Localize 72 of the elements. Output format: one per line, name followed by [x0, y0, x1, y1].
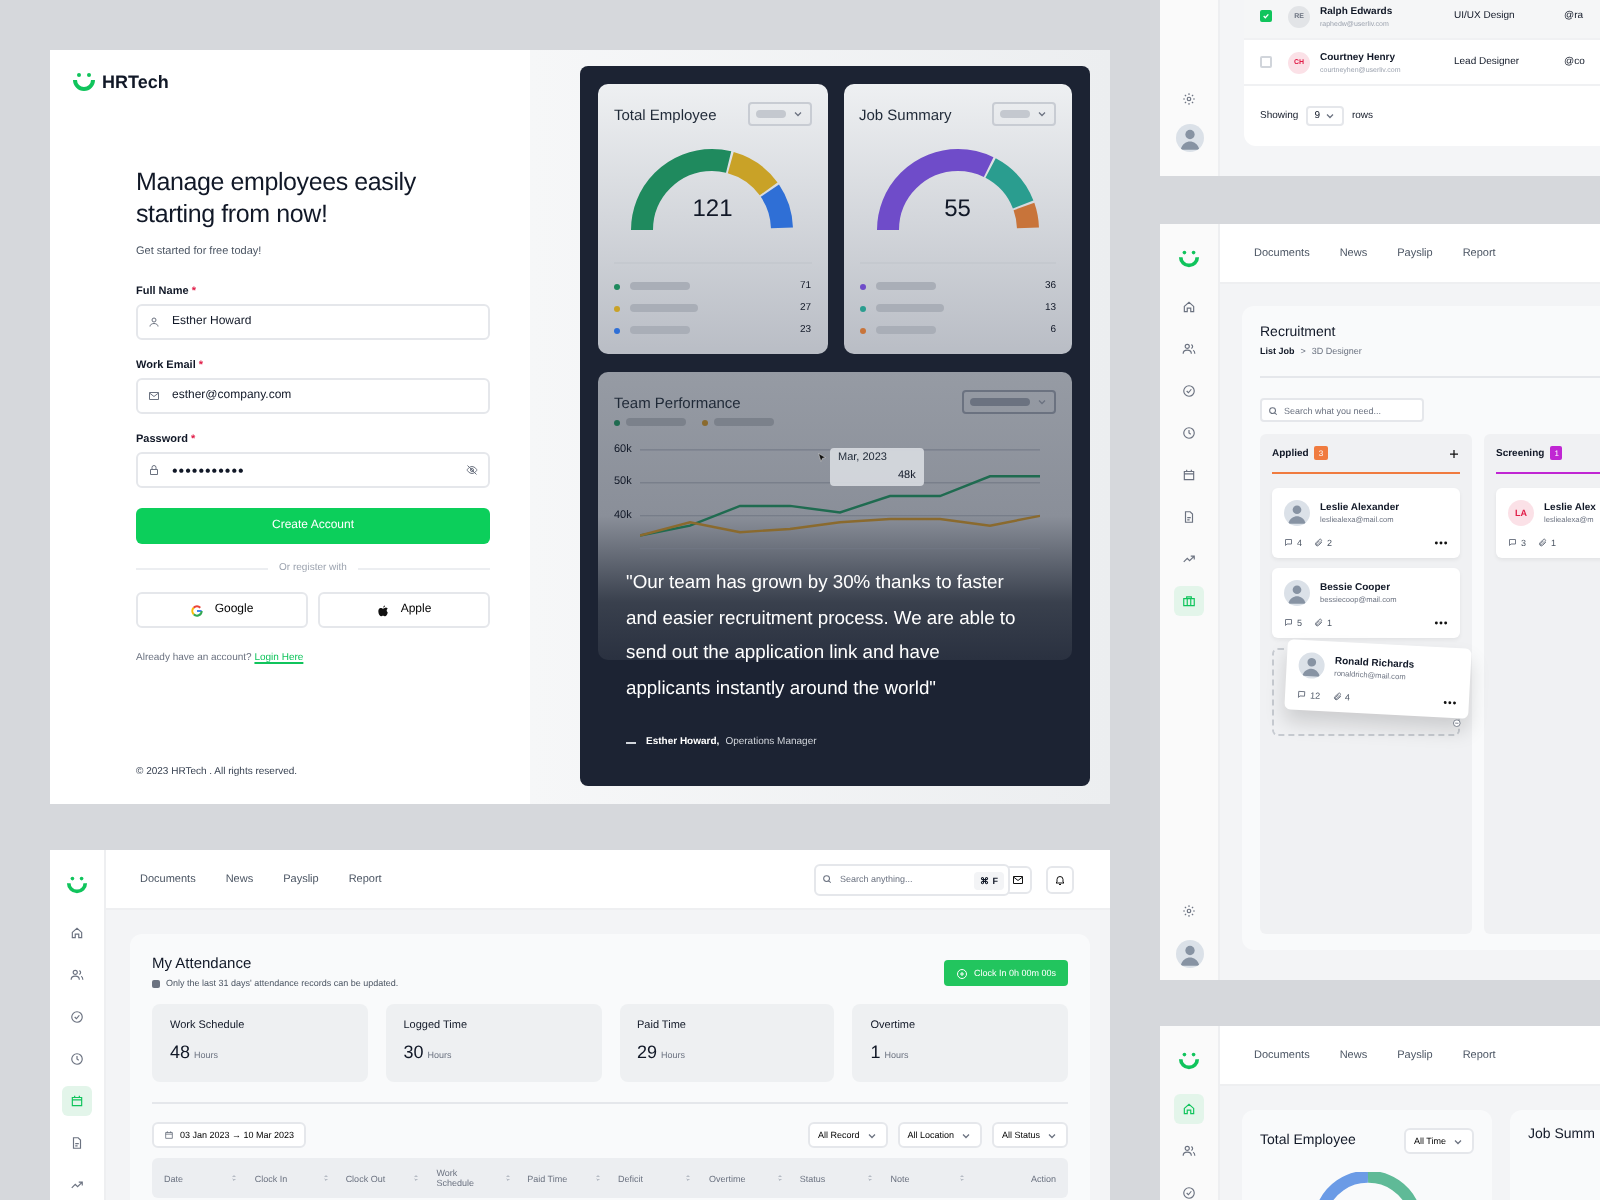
caret-icon: [959, 1129, 972, 1141]
avatar-icon: [1284, 580, 1310, 606]
caret-icon: [1323, 110, 1336, 122]
row-checkbox[interactable]: [1260, 10, 1272, 22]
hide-password-icon[interactable]: [466, 464, 478, 476]
comment-icon: [1296, 690, 1307, 700]
logo-icon: [1178, 1050, 1200, 1072]
dropdown-placeholder: [747, 102, 811, 126]
avatar-icon: [1284, 500, 1310, 526]
input-field[interactable]: •••••••••••: [136, 452, 490, 488]
stat-value: 29: [637, 1042, 658, 1062]
caret-icon: [865, 1129, 878, 1141]
avatar-icon[interactable]: [1175, 940, 1203, 968]
document-icon: [1182, 510, 1196, 524]
logo-icon: [72, 70, 96, 94]
row-checkbox[interactable]: [1260, 56, 1272, 68]
paperclip-icon: [1314, 618, 1324, 628]
calendar-icon: [1182, 468, 1196, 482]
briefcase-icon: [1182, 594, 1196, 608]
stat-value: 48: [170, 1042, 191, 1062]
home-icon: [1182, 1102, 1196, 1116]
clock-icon: [1182, 426, 1196, 440]
people-icon: [70, 968, 84, 982]
logo-icon: [1178, 248, 1200, 270]
search-icon: [822, 874, 832, 884]
trend-icon: [1182, 552, 1196, 566]
avatar-icon: [1297, 651, 1326, 680]
more-icon[interactable]: [1434, 620, 1448, 626]
settings-icon[interactable]: [1182, 904, 1196, 918]
home-icon: [1182, 300, 1196, 314]
add-icon[interactable]: [1448, 447, 1460, 459]
mail-icon: [148, 390, 160, 402]
more-icon[interactable]: [1434, 540, 1448, 546]
testimonial-quote: "Our team has grown by 30% thanks to faster and easier recruitment process. We are able to send out the application link and have applicants instantly around the world": [626, 568, 1018, 702]
total-count: 121: [690, 194, 735, 222]
user-icon: [148, 316, 160, 328]
more-icon[interactable]: [1442, 699, 1457, 707]
settings-icon[interactable]: [1182, 92, 1196, 106]
people-icon: [1182, 342, 1196, 356]
avatar-icon[interactable]: [1175, 124, 1203, 152]
paperclip-icon: [1314, 538, 1324, 548]
lock-icon: [148, 464, 160, 476]
total-count: 55: [942, 194, 973, 222]
dropdown-placeholder: [962, 390, 1056, 414]
comment-icon: [1284, 618, 1293, 628]
comment-icon: [1508, 538, 1517, 548]
people-icon: [1182, 1144, 1196, 1158]
caret-icon: [1046, 1129, 1058, 1141]
caret-icon: [1452, 1135, 1464, 1147]
clock-icon: [70, 1052, 84, 1066]
dropdown-placeholder: [992, 102, 1056, 126]
calendar-icon: [70, 1094, 84, 1108]
paperclip-icon: [1331, 692, 1342, 702]
document-icon: [70, 1136, 84, 1150]
stat-value: 30: [403, 1042, 424, 1062]
apple-icon: [376, 603, 391, 617]
notifications-button[interactable]: [1046, 865, 1074, 893]
signup-heading: Manage employees easily starting from now!: [136, 166, 418, 230]
calendar-icon: [164, 1130, 174, 1140]
paperclip-icon: [1538, 538, 1548, 548]
home-icon: [70, 926, 84, 940]
search-icon: [1268, 405, 1278, 415]
stat-value: 1: [870, 1042, 881, 1062]
grab-cursor-icon: [1451, 717, 1463, 729]
mail-icon: [1012, 873, 1024, 885]
bell-icon: [1054, 873, 1066, 885]
trend-icon: [70, 1178, 84, 1192]
brand-name: HRTech: [102, 72, 169, 92]
info-icon: [152, 979, 160, 987]
logo-icon: [66, 874, 88, 896]
google-icon: [190, 603, 205, 617]
comment-icon: [1284, 538, 1293, 548]
